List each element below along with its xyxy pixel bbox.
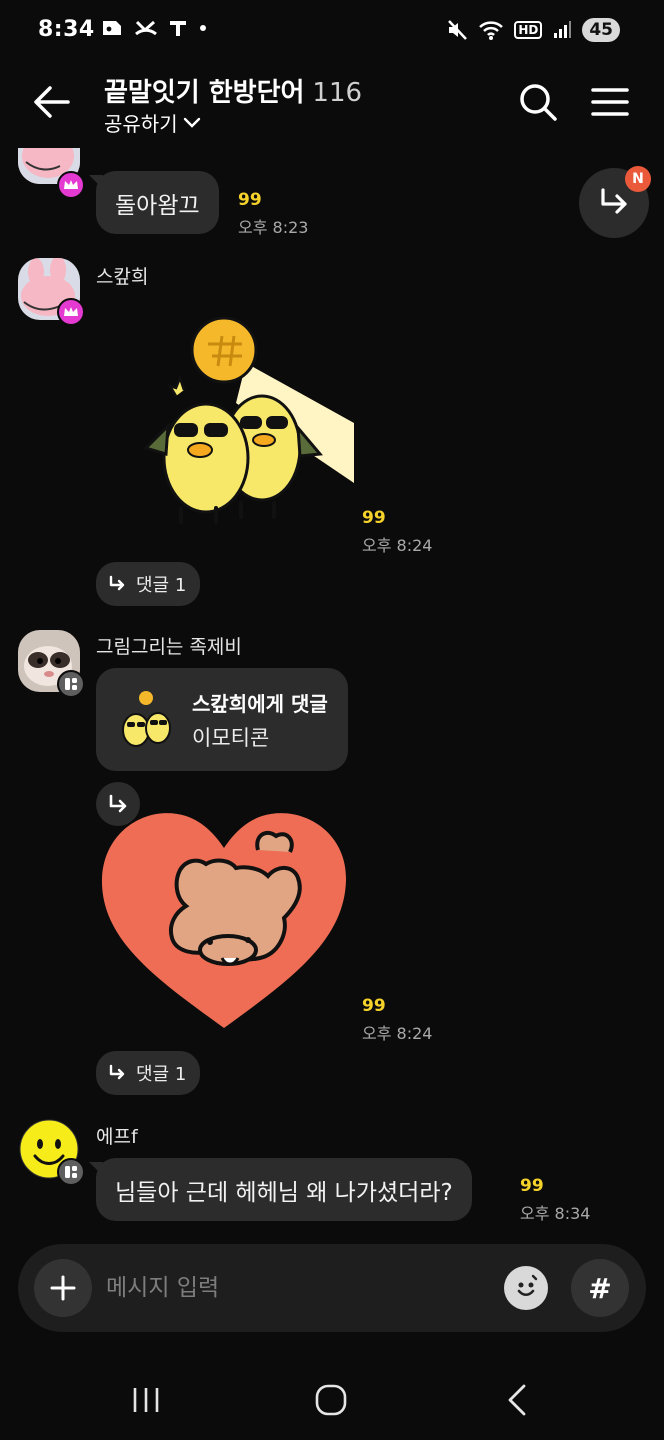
chat-header: 끝말잇기 한방단어 116 공유하기 (0, 62, 664, 148)
talk-notification-icon (103, 21, 121, 35)
comment-count-button[interactable]: 댓글 1 (96, 562, 201, 606)
sender-name: 그림그리는 족제비 (96, 636, 242, 658)
message-composer: # (18, 1244, 646, 1332)
emoticon-button[interactable] (504, 1266, 548, 1310)
menu-button[interactable] (590, 82, 630, 122)
recent-apps-icon (133, 1388, 159, 1412)
grid-icon (65, 1166, 77, 1178)
heart-bear-sticker[interactable] (98, 800, 350, 1032)
duck-thumbnail-icon (122, 691, 171, 747)
crown-icon (64, 180, 78, 189)
host-crown-badge (57, 171, 85, 199)
system-nav-bar (0, 1350, 664, 1440)
reply-arrow-icon (109, 1064, 125, 1080)
message-input[interactable] (106, 1266, 486, 1310)
dot-icon (200, 25, 206, 31)
smiley-face-icon (517, 1274, 538, 1297)
message-bubble[interactable]: 님들아 근데 헤헤님 왜 나가셨더라? (89, 1158, 472, 1221)
hd-badge: HD (514, 21, 543, 39)
hashtag-button[interactable]: # (571, 1259, 629, 1317)
reply-card-subtitle: 이모티콘 (192, 726, 270, 750)
reply-arrow-icon (601, 188, 627, 214)
chat-room-name: 끝말잇기 한방단어 (104, 78, 305, 108)
comment-count-label: 댓글 1 (136, 1064, 187, 1085)
message-list[interactable]: 돌아왐끄 99 오후 8:23 N 스캎희 99 오후 8:24 댓글 1 그림… (0, 148, 664, 1240)
battery-indicator: 45 (582, 18, 620, 42)
hamburger-menu-icon (591, 88, 629, 116)
signal-icon (554, 21, 572, 38)
attach-button[interactable] (34, 1259, 92, 1317)
recent-apps-button[interactable] (124, 1378, 168, 1422)
home-button[interactable] (309, 1378, 353, 1422)
plus-icon (50, 1275, 76, 1301)
share-dropdown[interactable]: 공유하기 (104, 108, 202, 137)
unread-count: 99 (362, 996, 386, 1016)
message-time: 오후 8:24 (362, 1024, 433, 1043)
status-bar: 8:34 HD 45 (0, 0, 664, 62)
comment-count-label: 댓글 1 (136, 575, 187, 596)
member-count: 116 (312, 78, 363, 108)
chat-title: 끝말잇기 한방단어 116 (104, 72, 362, 109)
missed-call-icon (135, 20, 157, 36)
chevron-down-icon (183, 117, 200, 128)
message-time: 오후 8:34 (520, 1204, 591, 1223)
grid-icon (65, 678, 77, 690)
message-time: 오후 8:24 (362, 536, 433, 555)
reply-quote-card[interactable]: 스캎희에게 댓글 이모티콘 (96, 668, 348, 771)
search-button[interactable] (516, 80, 560, 124)
back-chevron-icon (508, 1384, 526, 1416)
new-badge: N (625, 166, 651, 192)
reply-card-title: 스캎희에게 댓글 (192, 692, 328, 716)
unread-count: 99 (520, 1176, 544, 1196)
reply-arrow-icon (109, 575, 125, 591)
mute-icon (448, 20, 468, 40)
sender-name: 에프f (96, 1126, 138, 1148)
search-icon (520, 84, 557, 121)
back-button[interactable] (30, 80, 74, 124)
back-arrow-icon (34, 86, 70, 118)
duck-pair-sticker[interactable] (136, 308, 356, 533)
profile-badge (57, 670, 85, 698)
heart-bear-sticker-icon (101, 813, 346, 1028)
wifi-icon (479, 21, 504, 40)
unread-count: 99 (238, 190, 262, 210)
hash-label: # (588, 1271, 612, 1305)
duck-sticker-icon (143, 316, 354, 524)
message-time: 오후 8:23 (238, 218, 309, 237)
status-time: 8:34 (38, 17, 95, 42)
comment-count-button[interactable]: 댓글 1 (96, 1051, 201, 1095)
sender-name: 스캎희 (96, 266, 149, 288)
status-system-icons: HD 45 (446, 18, 620, 42)
message-text: 님들아 근데 헤헤님 왜 나가셨더라? (115, 1179, 453, 1206)
share-label: 공유하기 (104, 112, 178, 136)
status-notification-icons (100, 18, 208, 38)
message-text: 돌아왐끄 (115, 192, 200, 219)
jump-to-reply-button[interactable]: N (579, 166, 651, 238)
crown-icon (64, 307, 78, 316)
unread-count: 99 (362, 508, 386, 528)
home-icon (315, 1384, 347, 1416)
profile-badge (57, 1158, 85, 1186)
t-app-icon (170, 21, 186, 36)
message-bubble[interactable]: 돌아왐끄 (89, 171, 219, 234)
back-nav-button[interactable] (495, 1378, 539, 1422)
host-crown-badge (57, 298, 85, 326)
